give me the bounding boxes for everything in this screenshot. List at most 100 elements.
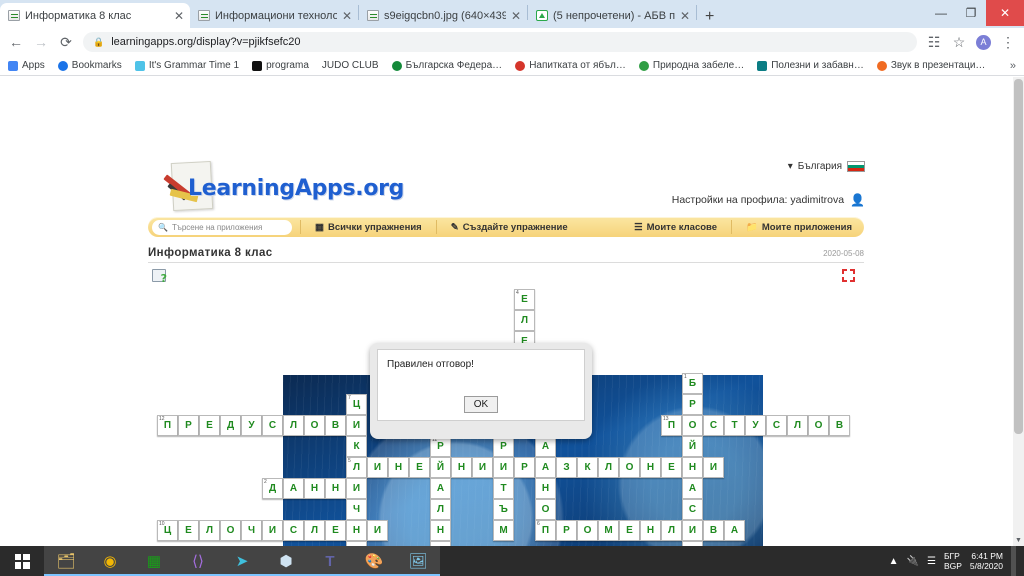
- crossword-cell[interactable]: Р: [556, 520, 577, 541]
- crossword-cell[interactable]: Л: [283, 415, 304, 436]
- crossword-cell[interactable]: С: [262, 415, 283, 436]
- back-icon[interactable]: ←: [8, 34, 24, 50]
- crossword-cell[interactable]: Н: [451, 457, 472, 478]
- crossword-cell[interactable]: Д: [220, 415, 241, 436]
- crossword-cell[interactable]: Н: [640, 457, 661, 478]
- crossword-cell[interactable]: В: [325, 415, 346, 436]
- crossword-cell[interactable]: С: [682, 499, 703, 520]
- crossword-cell[interactable]: В: [703, 520, 724, 541]
- tab-close-icon[interactable]: ✕: [511, 10, 521, 22]
- crossword-cell[interactable]: 5Л: [346, 457, 367, 478]
- dialog-ok-button[interactable]: OK: [464, 396, 498, 413]
- show-desktop-button[interactable]: [1011, 546, 1016, 576]
- crossword-cell[interactable]: 1Б: [682, 373, 703, 394]
- reload-icon[interactable]: ⟳: [58, 34, 74, 51]
- profile-avatar[interactable]: A: [976, 34, 991, 50]
- bookmark-item[interactable]: Apps: [8, 60, 45, 71]
- crossword-cell[interactable]: И: [346, 415, 367, 436]
- crossword-cell[interactable]: С: [283, 520, 304, 541]
- crossword-cell[interactable]: 6П: [535, 520, 556, 541]
- tab-close-icon[interactable]: ✕: [342, 10, 352, 22]
- crossword-cell[interactable]: Н: [325, 478, 346, 499]
- taskbar-3d-viewer-icon[interactable]: ⬢: [264, 546, 308, 576]
- crossword-cell[interactable]: А: [535, 436, 556, 457]
- taskbar-visual-studio-icon[interactable]: ⟨⟩: [176, 546, 220, 576]
- crossword-cell[interactable]: О: [220, 520, 241, 541]
- crossword-cell[interactable]: И: [262, 520, 283, 541]
- crossword-cell[interactable]: Р: [178, 415, 199, 436]
- crossword-cell[interactable]: Н: [430, 520, 451, 541]
- bookmark-item[interactable]: Звук в презентаци…: [876, 60, 985, 71]
- close-button[interactable]: ✕: [986, 0, 1024, 26]
- crossword-cell[interactable]: 13 П: [661, 415, 682, 436]
- crossword-cell[interactable]: Н: [535, 478, 556, 499]
- crossword-cell[interactable]: О: [619, 457, 640, 478]
- crossword-cell[interactable]: А: [682, 478, 703, 499]
- crossword-cell[interactable]: Е: [325, 520, 346, 541]
- browser-tab-3[interactable]: (5 непрочетени) - АБВ поща ✕: [528, 3, 696, 28]
- translate-icon[interactable]: ☷: [926, 34, 942, 51]
- crossword-cell[interactable]: О: [577, 520, 598, 541]
- taskbar-teams-icon[interactable]: T: [308, 546, 352, 576]
- crossword-cell[interactable]: Е: [661, 457, 682, 478]
- crossword-cell[interactable]: Е: [199, 415, 220, 436]
- crossword-cell[interactable]: Л: [514, 310, 535, 331]
- maximize-button[interactable]: ❐: [956, 0, 986, 26]
- crossword-cell[interactable]: А: [283, 478, 304, 499]
- crossword-cell[interactable]: Л: [787, 415, 808, 436]
- bookmark-item[interactable]: Природна забеле…: [638, 60, 744, 71]
- crossword-cell[interactable]: А: [535, 457, 556, 478]
- crossword-cell[interactable]: О: [304, 415, 325, 436]
- crossword-cell[interactable]: Е: [178, 520, 199, 541]
- crossword-cell[interactable]: А: [724, 520, 745, 541]
- crossword-cell[interactable]: Т: [493, 478, 514, 499]
- crossword-cell[interactable]: 7Ц: [346, 394, 367, 415]
- page-scrollbar[interactable]: ▼: [1013, 77, 1024, 546]
- tab-close-icon[interactable]: ✕: [174, 10, 184, 22]
- browser-tab-0[interactable]: Информатика 8 клас ✕: [0, 3, 190, 28]
- bookmark-item[interactable]: Българска Федера…: [391, 60, 502, 71]
- crossword-cell[interactable]: Л: [661, 520, 682, 541]
- crossword-cell[interactable]: Р: [682, 394, 703, 415]
- crossword-cell[interactable]: 11 Р: [430, 436, 451, 457]
- bookmark-item[interactable]: JUDO CLUB: [322, 60, 379, 71]
- crossword-cell[interactable]: 4Е: [514, 289, 535, 310]
- browser-menu-icon[interactable]: ⋮: [1000, 34, 1016, 51]
- crossword-cell[interactable]: У: [241, 415, 262, 436]
- taskbar-paint-icon[interactable]: 🎨: [352, 546, 396, 576]
- address-bar[interactable]: 🔒 learningapps.org/display?v=pjikfsefc20: [83, 32, 917, 52]
- crossword-cell[interactable]: 10 Ц: [157, 520, 178, 541]
- taskbar-calculator-icon[interactable]: ▦: [132, 546, 176, 576]
- crossword-cell[interactable]: 12 П: [157, 415, 178, 436]
- crossword-cell[interactable]: О: [535, 499, 556, 520]
- taskbar-file-explorer-icon[interactable]: 🗂: [44, 546, 88, 576]
- crossword-cell[interactable]: И: [493, 457, 514, 478]
- tab-close-icon[interactable]: ✕: [680, 10, 690, 22]
- crossword-cell[interactable]: Л: [199, 520, 220, 541]
- bookmark-item[interactable]: It's Grammar Time 1: [134, 60, 239, 71]
- minimize-button[interactable]: —: [926, 0, 956, 26]
- crossword-cell[interactable]: Ч: [346, 499, 367, 520]
- crossword-cell[interactable]: Т: [724, 415, 745, 436]
- crossword-cell[interactable]: Е: [409, 457, 430, 478]
- browser-tab-2[interactable]: s9eigqcbn0.jpg (640×439) ✕: [359, 3, 527, 28]
- bookmark-item[interactable]: Bookmarks: [57, 60, 122, 71]
- page-scrollbar-thumb[interactable]: [1014, 79, 1023, 434]
- crossword-cell[interactable]: Ч: [241, 520, 262, 541]
- crossword-cell[interactable]: В: [829, 415, 850, 436]
- crossword-cell[interactable]: Н: [682, 457, 703, 478]
- crossword-cell[interactable]: Ъ: [493, 499, 514, 520]
- crossword-cell[interactable]: И: [367, 520, 388, 541]
- volume-icon[interactable]: ☰: [927, 556, 936, 567]
- crossword-cell[interactable]: Е: [619, 520, 640, 541]
- crossword-cell[interactable]: З: [556, 457, 577, 478]
- browser-tab-1[interactable]: Информациони технологии 7 к ✕: [190, 3, 358, 28]
- crossword-cell[interactable]: Й: [682, 436, 703, 457]
- network-icon[interactable]: 🔌: [907, 556, 919, 567]
- bookmark-item[interactable]: programa: [252, 60, 309, 71]
- crossword-cell[interactable]: О: [808, 415, 829, 436]
- crossword-cell[interactable]: И: [703, 457, 724, 478]
- crossword-cell[interactable]: Р: [493, 436, 514, 457]
- crossword-cell[interactable]: К: [577, 457, 598, 478]
- taskbar-telegram-icon[interactable]: ➤: [220, 546, 264, 576]
